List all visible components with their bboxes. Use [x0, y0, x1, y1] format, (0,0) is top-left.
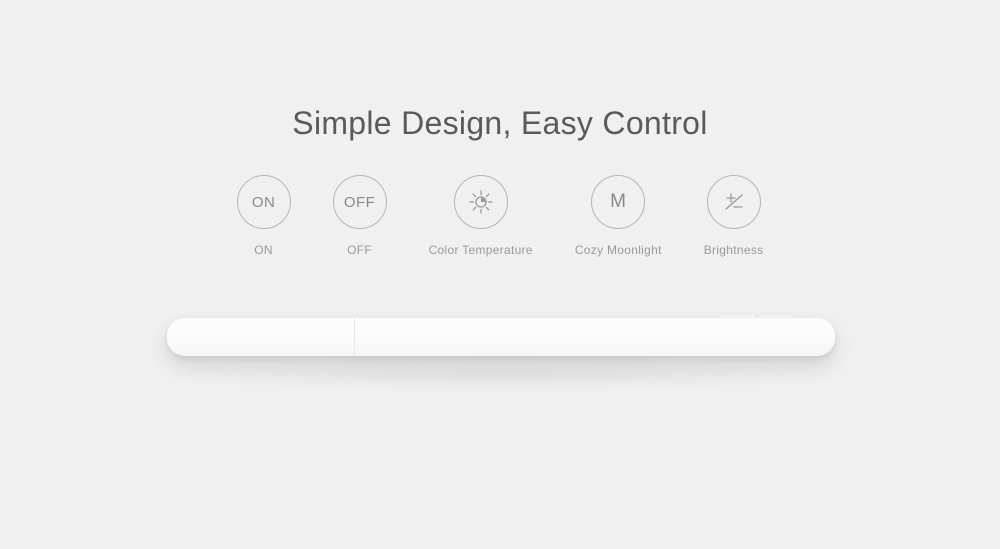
feature-icons-row: ON ON OFF OFF [0, 175, 1000, 257]
off-icon: OFF [333, 175, 387, 229]
feature-color-temperature: Color Temperature [429, 175, 533, 257]
moonlight-label: Cozy Moonlight [575, 243, 662, 257]
color-temperature-label: Color Temperature [429, 243, 533, 257]
color-temperature-icon [454, 175, 508, 229]
on-label: ON [254, 243, 273, 257]
off-label: OFF [347, 243, 372, 257]
on-icon: ON [237, 175, 291, 229]
feature-brightness: Brightness [704, 175, 764, 257]
device-divider [354, 318, 355, 356]
brightness-icon [707, 175, 761, 229]
device-button-bumps [721, 315, 793, 318]
on-icon-symbol: ON [252, 194, 276, 211]
off-icon-symbol: OFF [344, 194, 376, 211]
brightness-label: Brightness [704, 243, 764, 257]
page-title: Simple Design, Easy Control [0, 105, 1000, 142]
feature-on: ON ON [237, 175, 291, 257]
moonlight-icon-symbol: M [610, 191, 626, 213]
feature-off: OFF OFF [333, 175, 387, 257]
device-shadow [167, 360, 835, 388]
feature-moonlight: M Cozy Moonlight [575, 175, 662, 257]
moonlight-icon: M [591, 175, 645, 229]
remote-device-side-view [167, 318, 835, 356]
